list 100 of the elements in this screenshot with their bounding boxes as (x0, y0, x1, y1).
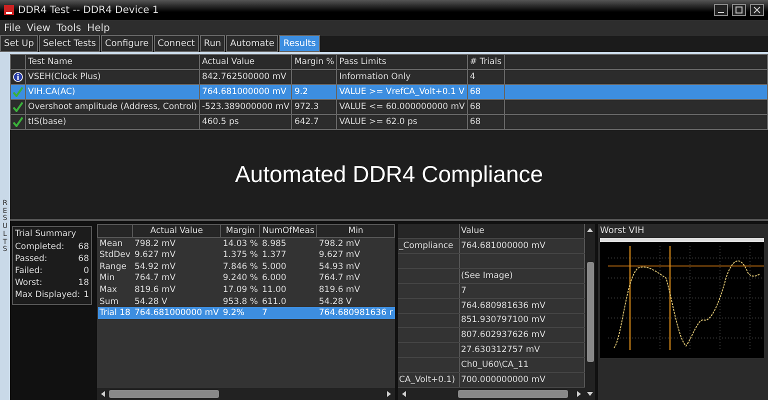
table-cell: 764.680981636 r (316, 307, 395, 319)
table-cell: Sum (98, 296, 132, 308)
summary-value: 68 (78, 254, 89, 266)
table-cell-text: StdDev (98, 249, 132, 261)
vertical-scrollbar[interactable] (585, 224, 595, 400)
table-cell: 972.3 (292, 100, 337, 114)
table-cell: 953.8 % (220, 296, 260, 308)
summary-label: Failed: (15, 266, 43, 278)
table-cell: 68 (467, 114, 504, 130)
table-cell: 8.985 (260, 237, 317, 250)
table-cell-text: 17.09 % (222, 284, 259, 296)
table-cell: 54.28 V (132, 296, 221, 308)
tab[interactable]: Connect (154, 35, 199, 52)
down-arrow-icon[interactable] (586, 390, 594, 398)
table-cell: Trial 18 (98, 307, 132, 319)
table-cell: (See Image) (459, 268, 584, 284)
table-cell-text: Min (98, 272, 116, 284)
tab[interactable]: Run (200, 35, 226, 52)
window-title: DDR4 Test -- DDR4 Device 1 (18, 4, 159, 16)
right-arrow-icon[interactable] (385, 390, 393, 398)
table-cell: 9.2 (292, 84, 337, 100)
table-cell: 27.630312757 mV (459, 342, 584, 358)
menu-item[interactable]: Tools (56, 22, 82, 34)
table-cell: 611.0 (260, 296, 317, 308)
table-cell: 851.930797100 mV (459, 313, 584, 328)
menu-item[interactable]: View (26, 22, 50, 34)
summary-label: Completed: (15, 242, 64, 254)
table-cell: 54.28 V (316, 296, 395, 308)
table-cell: 460.5 ps (199, 114, 292, 130)
summary-value: 1 (84, 290, 89, 302)
summary-label: Max Displayed: (15, 290, 80, 302)
summary-value: 68 (78, 242, 89, 254)
close-button[interactable] (750, 4, 764, 16)
table-cell: VALUE >= 62.0 ps (336, 114, 468, 130)
table-cell-text: 11.00 (260, 284, 288, 296)
horizontal-scrollbar[interactable] (398, 388, 585, 400)
table-cell-text: 819.6 mV (318, 284, 362, 296)
tab[interactable]: Select Tests (38, 35, 100, 52)
table-cell: Mean (98, 237, 132, 250)
table-cell-text: 9.240 % (222, 272, 259, 284)
table-cell: Overshoot amplitude (Address, Control) (26, 100, 200, 114)
table-cell: 68 (467, 100, 504, 114)
app-icon (4, 5, 14, 15)
table-cell: Information Only (336, 70, 468, 84)
tab[interactable]: Set Up (0, 35, 38, 52)
overlay-caption: Automated DDR4 Compliance (234, 161, 544, 188)
table-cell-text: 6.000 (260, 272, 288, 284)
maximize-icon (735, 6, 743, 14)
up-arrow-icon[interactable] (586, 226, 594, 234)
close-icon (753, 6, 761, 14)
table-cell-text: Max (98, 284, 118, 296)
column-header[interactable]: Actual Value (199, 54, 292, 70)
panel-title: Trial Summary (15, 229, 78, 240)
menu-item[interactable]: File (4, 22, 21, 34)
table-cell-text: 1.377 (260, 249, 288, 261)
table-cell-text: 1.375 % (222, 249, 259, 261)
table-cell-text: 819.6 mV (133, 284, 177, 296)
table-cell: 14.03 % (220, 237, 260, 250)
table-cell: 7 (459, 283, 584, 298)
table-cell: VIH.CA(AC) (26, 84, 200, 100)
table-cell: 68 (467, 84, 504, 100)
column-header[interactable]: Min (316, 224, 395, 238)
table-cell: 642.7 (292, 114, 337, 130)
horizontal-scrollbar[interactable] (97, 388, 395, 400)
column-header[interactable]: NumOfMeas (260, 224, 317, 238)
right-arrow-icon[interactable] (575, 390, 583, 398)
table-cell-text: 764.7 mV (133, 272, 177, 284)
info-icon (13, 72, 23, 82)
table-cell: _Compliance (398, 238, 460, 254)
table-cell-text: Range (98, 260, 128, 273)
table-cell: 798.2 mV (316, 237, 395, 250)
column-header[interactable]: Margin (220, 224, 260, 238)
column-header[interactable]: # Trials (467, 54, 504, 70)
column-header[interactable]: Pass Limits (336, 54, 468, 70)
table-cell: Ch0_U60\CA_11 (459, 358, 584, 373)
table-cell: 9.2% (220, 307, 260, 319)
table-cell: 764.680981636 mV (459, 298, 584, 314)
table-cell-text: 5.000 (260, 260, 288, 273)
maximize-button[interactable] (732, 4, 746, 16)
table-cell: VALUE >= VrefCA_Volt+0.1 V (336, 84, 468, 100)
table-cell-text: 54.93 mV (318, 260, 362, 273)
left-arrow-icon[interactable] (400, 390, 408, 398)
table-cell: 798.2 mV (132, 237, 221, 250)
table-cell: 7 (260, 307, 317, 319)
column-header[interactable]: Test Name (26, 54, 200, 70)
column-header[interactable]: Actual Value (132, 224, 221, 238)
panel-title: Worst VIH (600, 226, 646, 236)
tab[interactable]: Automate (226, 35, 278, 52)
summary-value: 0 (84, 266, 89, 278)
column-header: Value (459, 224, 584, 239)
table-cell-text: 7.846 % (222, 260, 259, 273)
table-cell: 764.681000000 mV (459, 238, 584, 254)
minimize-button[interactable] (714, 4, 728, 16)
menu-item[interactable]: Help (87, 22, 110, 34)
left-arrow-icon[interactable] (99, 390, 107, 398)
column-header[interactable]: Margin % (292, 54, 337, 70)
table-cell: 807.602937626 mV (459, 328, 584, 343)
table-cell-text: 764.7 mV (318, 272, 362, 284)
table-cell-text: 9.627 mV (133, 249, 177, 261)
tab[interactable]: Configure (101, 35, 153, 52)
